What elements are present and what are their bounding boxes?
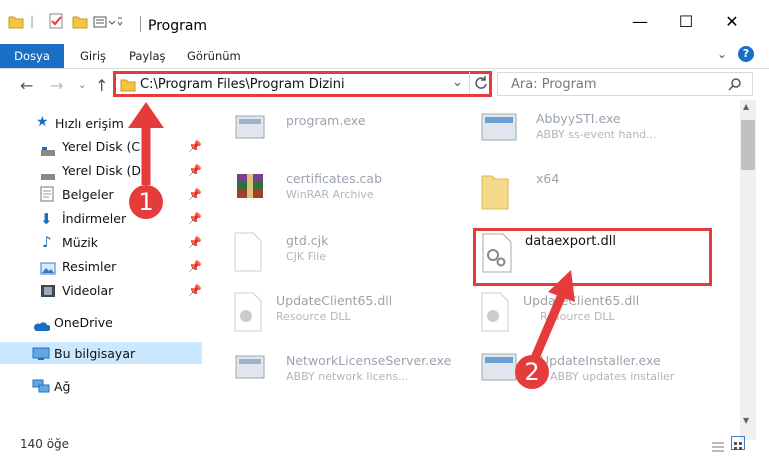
callout-2: 2 [515, 355, 549, 389]
arrow-2-shaft [527, 288, 569, 367]
arrow-1-head [128, 102, 164, 128]
annotation-arrows [128, 102, 575, 367]
callout-1: 1 [129, 185, 163, 219]
